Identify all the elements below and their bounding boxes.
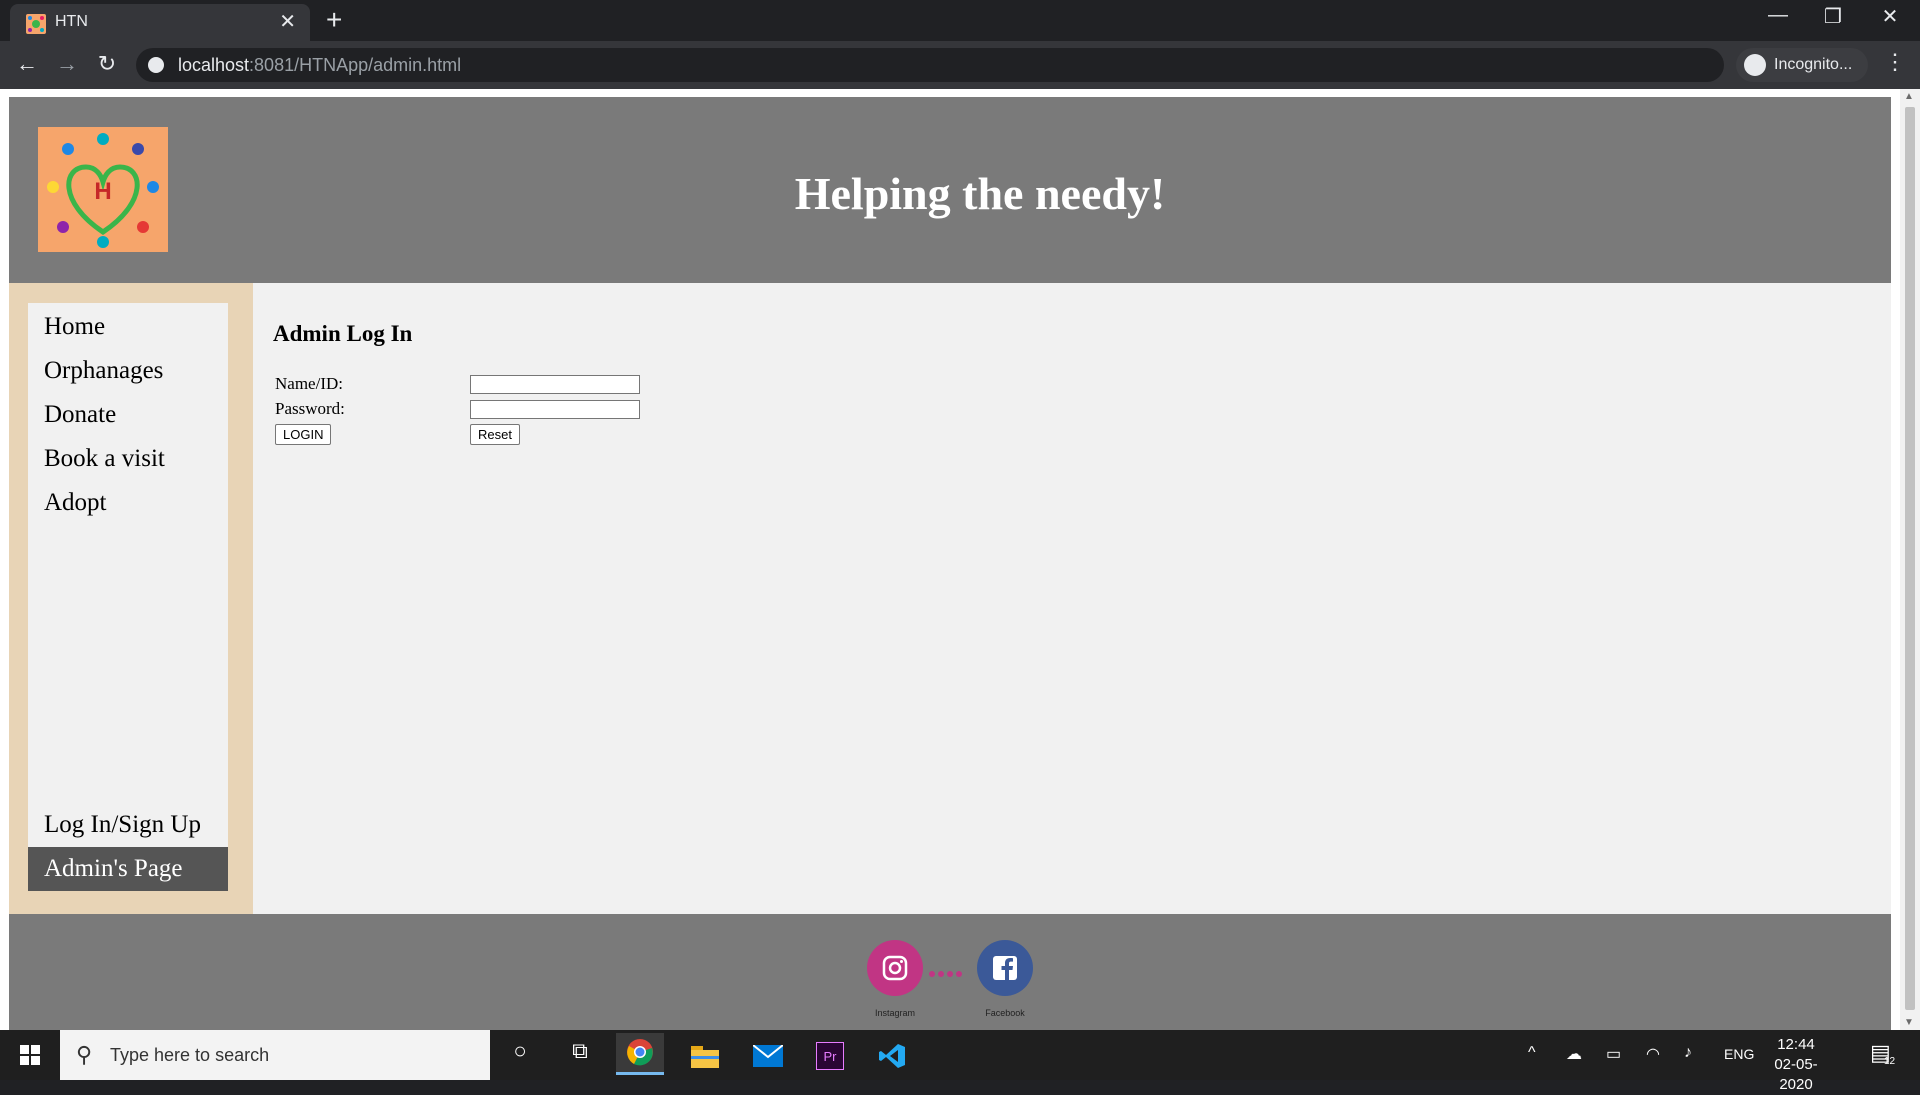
- os-taskbar: ⚲ Type here to search ○ ⧉ Pr ^ ☁ ▭ ◠ ♪ E…: [0, 1030, 1920, 1093]
- name-id-label: Name/ID:: [275, 374, 343, 393]
- forward-icon[interactable]: →: [52, 51, 82, 77]
- clock-date: 02-05-2020: [1774, 1056, 1818, 1093]
- site-favicon-icon: [26, 14, 46, 34]
- facebook-link[interactable]: [977, 940, 1033, 996]
- sidebar-nav: Home Orphanages Donate Book a visit Adop…: [28, 303, 228, 891]
- close-tab-icon[interactable]: ✕: [279, 10, 296, 34]
- file-explorer-icon[interactable]: [681, 1038, 729, 1072]
- sidebar-item-book-a-visit[interactable]: Book a visit: [28, 437, 228, 481]
- sidebar: Home Orphanages Donate Book a visit Adop…: [9, 283, 253, 914]
- instagram-icon: [882, 955, 908, 981]
- name-id-input[interactable]: [470, 375, 640, 394]
- browser-tab-bar: HTN ✕ + — ❐ ✕: [0, 0, 1920, 41]
- premiere-pro-icon[interactable]: Pr: [806, 1038, 854, 1072]
- page-scrollbar[interactable]: ▲ ▼: [1900, 89, 1920, 1030]
- language-indicator[interactable]: ENG: [1724, 1046, 1754, 1062]
- reload-icon[interactable]: ↻: [92, 51, 122, 77]
- vscode-icon[interactable]: [868, 1038, 916, 1072]
- taskbar-search[interactable]: ⚲ Type here to search: [60, 1030, 490, 1080]
- reset-button[interactable]: Reset: [470, 424, 520, 445]
- browser-menu-icon[interactable]: ⋮: [1884, 49, 1906, 75]
- instagram-label: Instagram: [874, 1008, 916, 1018]
- sidebar-item-home[interactable]: Home: [28, 305, 228, 349]
- facebook-label: Facebook: [985, 1008, 1025, 1018]
- facebook-icon: [993, 956, 1017, 980]
- incognito-label: Incognito...: [1774, 56, 1853, 73]
- system-clock[interactable]: 12:44 02-05-2020: [1760, 1035, 1832, 1095]
- tab-title: HTN: [55, 13, 88, 30]
- sidebar-item-donate[interactable]: Donate: [28, 393, 228, 437]
- incognito-icon: [1744, 54, 1766, 76]
- restore-icon[interactable]: ❐: [1813, 4, 1853, 29]
- password-label: Password:: [275, 399, 345, 418]
- scroll-up-icon[interactable]: ▲: [1904, 91, 1914, 102]
- sidebar-item-adopt[interactable]: Adopt: [28, 481, 228, 525]
- volume-icon[interactable]: ♪: [1684, 1044, 1692, 1062]
- windows-icon: [20, 1045, 40, 1065]
- scroll-thumb[interactable]: [1905, 107, 1915, 1010]
- connector-dots: [929, 964, 969, 977]
- site-title: Helping the needy!: [794, 168, 1166, 219]
- url-text: localhost:8081/HTNApp/admin.html: [178, 55, 462, 75]
- sidebar-item-login-signup[interactable]: Log In/Sign Up: [28, 803, 228, 847]
- minimize-icon[interactable]: —: [1758, 4, 1798, 27]
- battery-icon[interactable]: ▭: [1606, 1044, 1621, 1064]
- back-icon[interactable]: ←: [12, 51, 42, 77]
- notification-count: 12: [1884, 1056, 1896, 1067]
- svg-text:Pr: Pr: [824, 1049, 838, 1064]
- start-button[interactable]: [0, 1030, 60, 1080]
- search-icon: ⚲: [76, 1042, 93, 1067]
- scroll-down-icon[interactable]: ▼: [1904, 1017, 1914, 1028]
- page-viewport: H Helping the needy! Home Orphanages Don…: [0, 89, 1920, 1030]
- site-header: H Helping the needy!: [9, 97, 1891, 283]
- site-footer: Instagram Facebook: [9, 914, 1891, 1030]
- site-info-icon[interactable]: [148, 57, 164, 73]
- new-tab-icon[interactable]: +: [326, 6, 342, 34]
- wifi-icon[interactable]: ◠: [1646, 1044, 1660, 1064]
- task-view-icon[interactable]: ⧉: [556, 1038, 604, 1072]
- search-placeholder: Type here to search: [110, 1045, 270, 1065]
- incognito-badge[interactable]: Incognito...: [1736, 48, 1868, 82]
- clock-time: 12:44: [1777, 1036, 1815, 1053]
- main-content: Admin Log In Name/ID: Password: LOGIN Re…: [253, 283, 1891, 914]
- sidebar-item-admin-page[interactable]: Admin's Page: [28, 847, 228, 891]
- sidebar-item-orphanages[interactable]: Orphanages: [28, 349, 228, 393]
- login-button[interactable]: LOGIN: [275, 424, 332, 445]
- browser-tab[interactable]: HTN ✕: [10, 4, 310, 41]
- close-window-icon[interactable]: ✕: [1870, 4, 1910, 29]
- chrome-icon[interactable]: [616, 1033, 664, 1075]
- show-hidden-icons[interactable]: ^: [1528, 1044, 1536, 1062]
- cortana-icon[interactable]: ○: [496, 1038, 544, 1072]
- password-input[interactable]: [470, 400, 640, 419]
- browser-toolbar: ← → ↻ localhost:8081/HTNApp/admin.html I…: [0, 41, 1920, 89]
- mail-icon[interactable]: [744, 1038, 792, 1072]
- onedrive-icon[interactable]: ☁: [1566, 1044, 1582, 1064]
- instagram-link[interactable]: [867, 940, 923, 996]
- form-title: Admin Log In: [273, 321, 413, 346]
- address-bar[interactable]: localhost:8081/HTNApp/admin.html: [136, 48, 1724, 82]
